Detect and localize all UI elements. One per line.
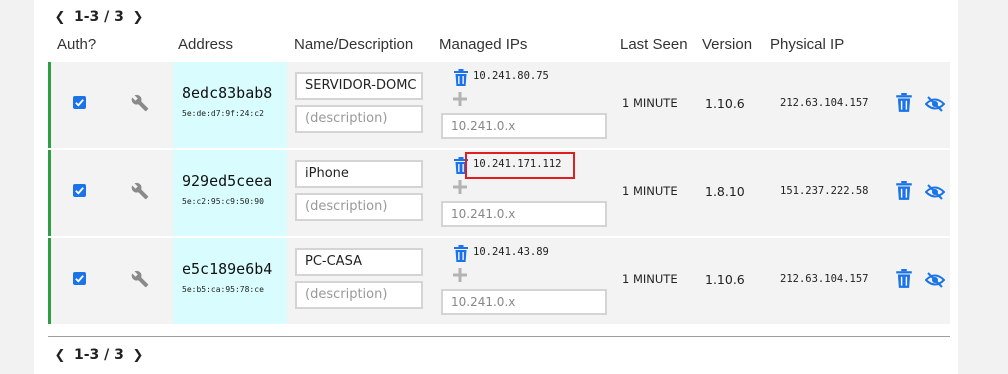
divider [48, 336, 950, 337]
version: 1.10.6 [705, 272, 745, 287]
auth-checkbox[interactable] [73, 184, 86, 197]
plus-icon[interactable] [453, 180, 467, 194]
new-ip-input[interactable]: 10.241.0.x [441, 289, 607, 315]
highlight-box [465, 152, 575, 179]
auth-checkbox[interactable] [73, 272, 86, 285]
eye-slash-icon[interactable] [925, 183, 945, 201]
plus-icon[interactable] [453, 268, 467, 282]
wrench-icon[interactable] [131, 94, 149, 112]
version: 1.8.10 [705, 184, 745, 199]
member-address: e5c189e6b4 5e:b5:ca:95:78:ce [173, 238, 287, 324]
last-seen: 1 MINUTE [622, 272, 678, 286]
pager-top: ❮ 1-3 / 3 ❯ [54, 7, 144, 27]
physical-ip: 151.237.222.58 [780, 185, 869, 197]
name-input[interactable]: SERVIDOR-DOMC [295, 72, 423, 100]
physical-ip: 212.63.104.157 [780, 273, 869, 285]
eye-slash-icon[interactable] [925, 271, 945, 289]
delete-member-icon[interactable] [895, 93, 913, 113]
physical-ip: 212.63.104.157 [780, 97, 869, 109]
last-seen: 1 MINUTE [622, 96, 678, 110]
eye-slash-icon[interactable] [925, 95, 945, 113]
pager-bottom: ❮ 1-3 / 3 ❯ [54, 345, 144, 365]
version: 1.10.6 [705, 96, 745, 111]
pager-label: 1-3 / 3 [74, 9, 124, 25]
plus-icon[interactable] [453, 92, 467, 106]
col-name-header: Name/Description [294, 36, 414, 53]
col-physical-ip-header: Physical IP [770, 36, 845, 53]
prev-page-button[interactable]: ❮ [54, 348, 66, 363]
next-page-button[interactable]: ❯ [132, 348, 144, 363]
last-seen: 1 MINUTE [622, 184, 678, 198]
description-input[interactable]: (description) [295, 193, 423, 221]
delete-member-icon[interactable] [895, 269, 913, 289]
managed-ip: 10.241.43.89 [473, 246, 549, 258]
name-input[interactable]: iPhone [295, 160, 423, 188]
col-address-header: Address [178, 36, 234, 53]
managed-ip: 10.241.80.75 [473, 70, 549, 82]
col-auth-header: Auth? [57, 36, 97, 53]
auth-checkbox[interactable] [73, 96, 86, 109]
member-mac: 5e:de:d7:9f:24:c2 [182, 109, 264, 118]
new-ip-input[interactable]: 10.241.0.x [441, 201, 607, 227]
next-page-button[interactable]: ❯ [132, 10, 144, 25]
trash-icon[interactable] [453, 69, 469, 87]
description-input[interactable]: (description) [295, 281, 423, 309]
col-managed-ips-header: Managed IPs [439, 36, 528, 53]
delete-member-icon[interactable] [895, 181, 913, 201]
col-version-header: Version [702, 36, 753, 53]
member-row: 8edc83bab8 5e:de:d7:9f:24:c2 SERVIDOR-DO… [48, 62, 950, 148]
wrench-icon[interactable] [131, 270, 149, 288]
member-id: e5c189e6b4 [182, 260, 273, 278]
name-input[interactable]: PC-CASA [295, 248, 423, 276]
description-input[interactable]: (description) [295, 105, 423, 133]
new-ip-input[interactable]: 10.241.0.x [441, 113, 607, 139]
member-mac: 5e:c2:95:c9:50:90 [182, 197, 264, 206]
prev-page-button[interactable]: ❮ [54, 10, 66, 25]
member-row: e5c189e6b4 5e:b5:ca:95:78:ce PC-CASA (de… [48, 238, 950, 324]
wrench-icon[interactable] [131, 182, 149, 200]
member-mac: 5e:b5:ca:95:78:ce [182, 285, 264, 294]
member-address: 8edc83bab8 5e:de:d7:9f:24:c2 [173, 62, 287, 148]
member-id: 8edc83bab8 [182, 84, 273, 102]
trash-icon[interactable] [453, 245, 469, 263]
member-id: 929ed5ceea [182, 172, 273, 190]
member-address: 929ed5ceea 5e:c2:95:c9:50:90 [173, 150, 287, 236]
pager-label: 1-3 / 3 [74, 347, 124, 363]
col-last-seen-header: Last Seen [620, 36, 688, 53]
